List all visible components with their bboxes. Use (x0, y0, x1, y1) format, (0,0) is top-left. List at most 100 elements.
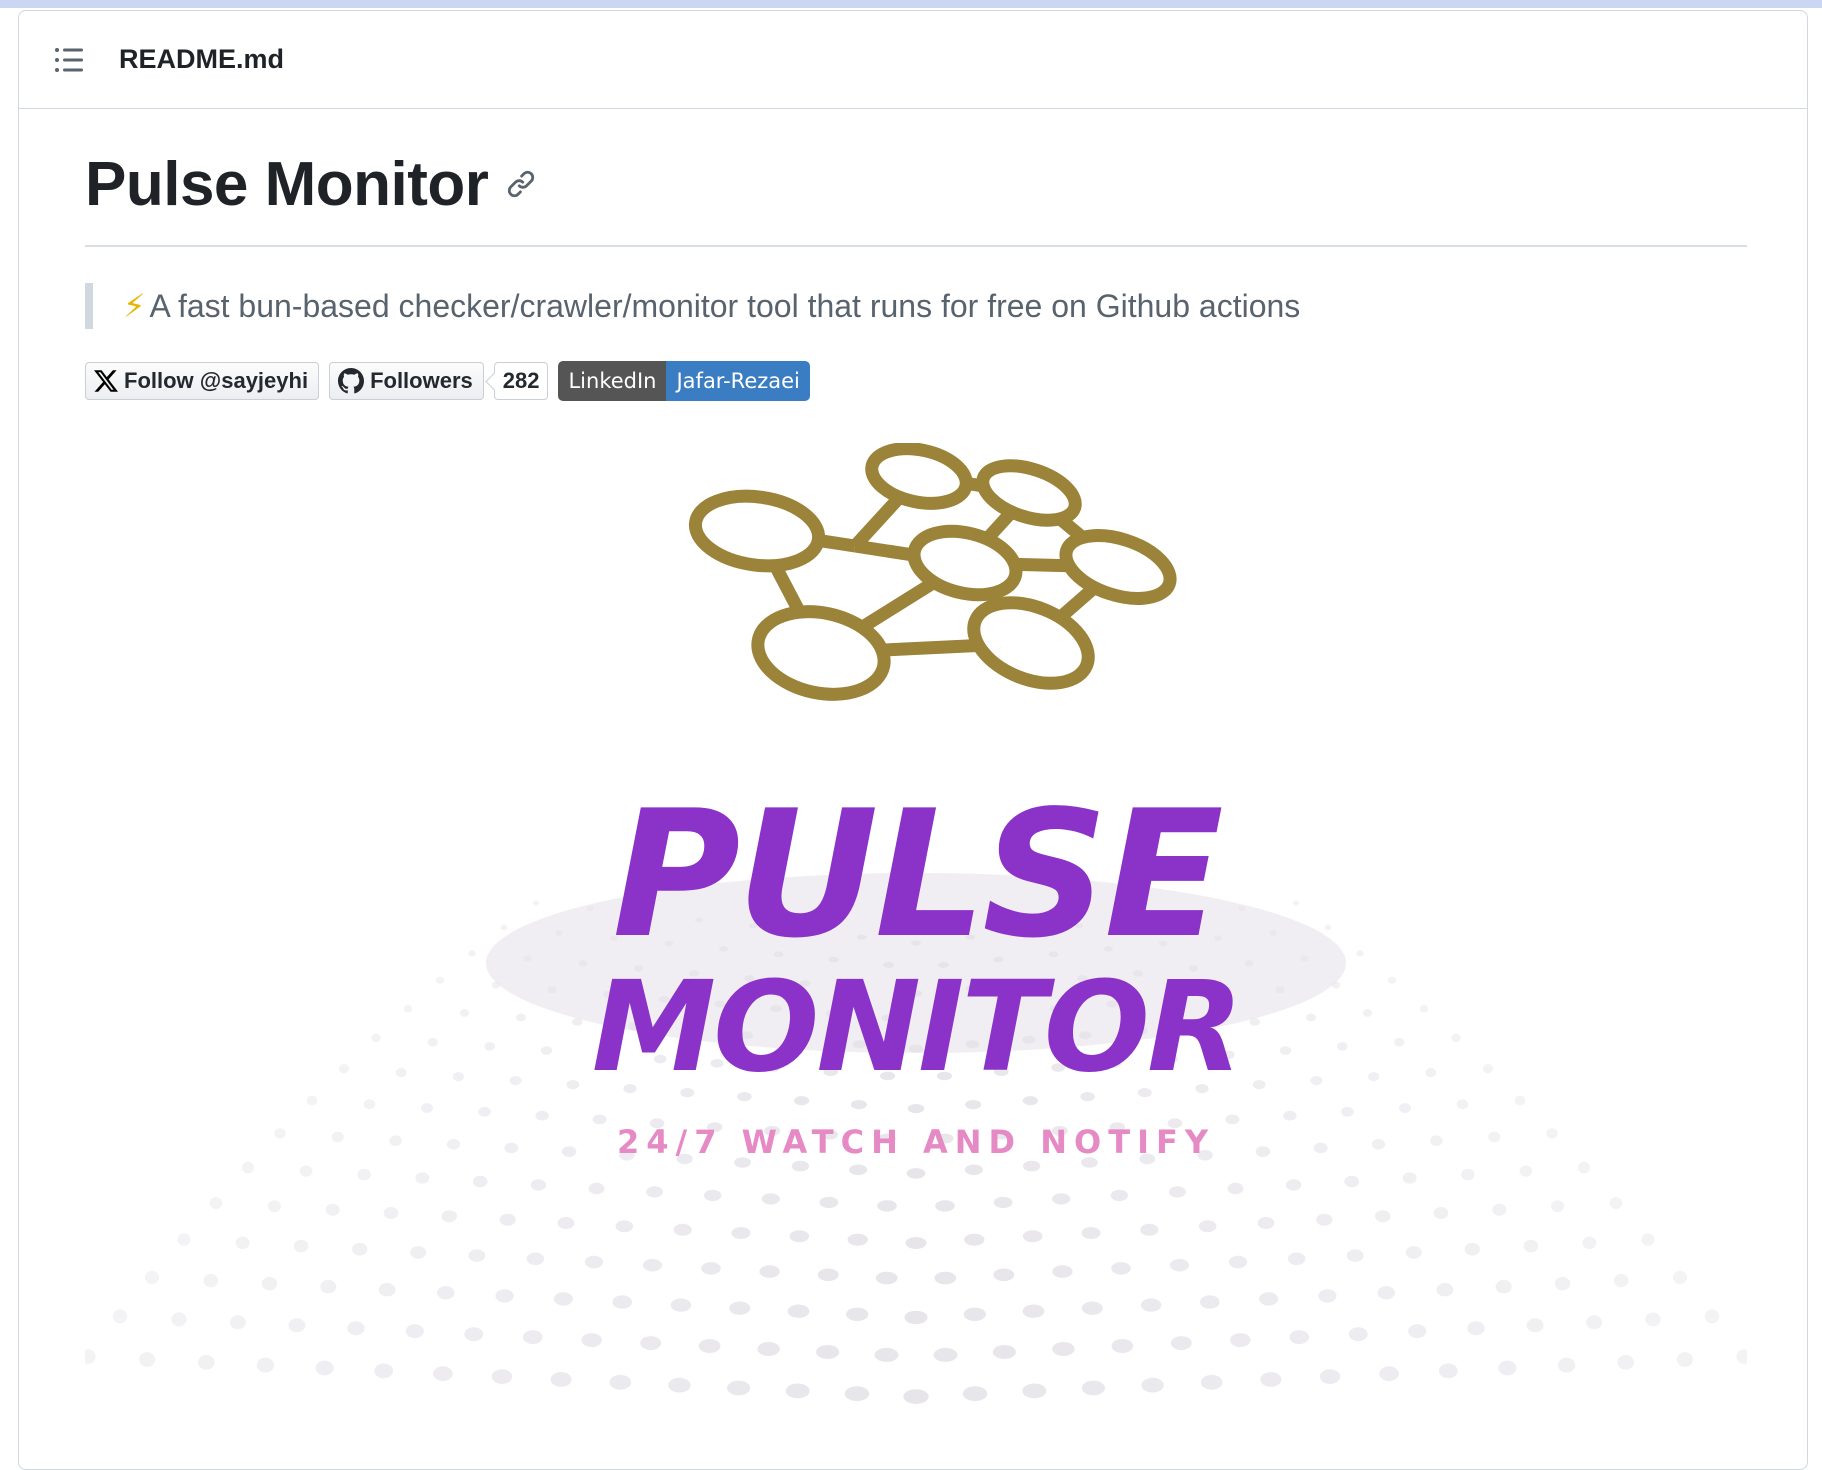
background-dot (787, 1304, 810, 1318)
background-dot (615, 1220, 634, 1233)
background-dot (992, 1345, 1017, 1359)
background-dot (1673, 1270, 1687, 1285)
background-dot (1110, 1189, 1129, 1202)
background-dot (964, 1164, 983, 1176)
background-dot (904, 1310, 928, 1325)
github-followers-badge[interactable]: Followers (329, 362, 484, 400)
background-dot (1617, 1354, 1634, 1370)
background-dot (1523, 1239, 1539, 1253)
background-dot (293, 1239, 309, 1253)
background-dot (964, 1233, 985, 1246)
background-dot (907, 1104, 925, 1114)
table-of-contents-button[interactable] (49, 40, 89, 80)
background-dot (704, 1189, 722, 1202)
background-dot (145, 1270, 159, 1285)
background-dot (1399, 1103, 1411, 1113)
background-dot (581, 1333, 602, 1348)
twitter-follow-badge[interactable]: Follow @sayjeyhi (85, 362, 320, 400)
background-dot (441, 1210, 457, 1223)
lightning-emoji: ⚡ (123, 288, 146, 324)
background-dot (1229, 1255, 1248, 1269)
page-title: Pulse Monitor (85, 149, 489, 219)
background-dot (1519, 1165, 1533, 1177)
background-dot (1169, 1186, 1186, 1198)
background-dot (1433, 1207, 1449, 1219)
tagline-blockquote: ⚡ A fast bun-based checker/crawler/monit… (85, 283, 1741, 329)
background-dot (405, 1324, 424, 1339)
heading-row: Pulse Monitor (85, 149, 1741, 219)
browser-top-strip (0, 0, 1822, 8)
heading-anchor-link[interactable] (504, 167, 538, 201)
background-dot (1467, 1321, 1485, 1336)
background-dot (242, 1161, 254, 1174)
list-icon (55, 47, 83, 72)
background-dot (229, 1315, 246, 1330)
background-dot (789, 1230, 810, 1243)
background-dot (965, 1100, 982, 1110)
background-dot (963, 1307, 986, 1321)
background-dot (437, 1286, 455, 1300)
logo-tagline: 24/7 WATCH AND NOTIFY (617, 1123, 1215, 1161)
background-dot (874, 1347, 899, 1362)
readme-content: Pulse Monitor ⚡ A fast bun-based checker… (19, 149, 1807, 401)
background-dot (139, 1352, 156, 1367)
background-dot (557, 1217, 575, 1229)
background-dot (1436, 1283, 1454, 1297)
background-dot (177, 1233, 191, 1246)
background-dot (1022, 1383, 1047, 1399)
background-dot (791, 1160, 810, 1172)
background-dot (1408, 1324, 1427, 1339)
background-dot (846, 1307, 869, 1321)
background-dot (522, 1330, 543, 1345)
background-dot (1141, 1377, 1164, 1393)
background-dot (357, 1168, 371, 1181)
background-dot (1461, 1168, 1475, 1181)
background-dot (526, 1252, 545, 1266)
background-dot (1498, 1360, 1517, 1376)
github-followers-count[interactable]: 282 (493, 362, 549, 400)
background-dot (1341, 1106, 1354, 1117)
tagline-text: A fast bun-based checker/crawler/monitor… (149, 287, 1301, 324)
background-dot (816, 1345, 840, 1359)
link-icon (508, 170, 535, 198)
background-dot (530, 1179, 547, 1191)
background-dot (535, 1110, 549, 1121)
background-dot (1081, 1301, 1103, 1315)
background-dot (1377, 1286, 1395, 1300)
background-dot (1405, 1246, 1422, 1259)
background-dot (1492, 1203, 1507, 1216)
github-mark-icon (338, 368, 365, 394)
background-dot (698, 1339, 721, 1353)
background-dot (1645, 1312, 1661, 1327)
readme-file-name[interactable]: README.md (119, 44, 284, 75)
background-dot (701, 1262, 721, 1275)
background-dot (374, 1363, 394, 1379)
background-dot (383, 1207, 399, 1219)
background-dot (584, 1255, 603, 1269)
background-dot (934, 1271, 957, 1285)
background-dot (761, 1193, 780, 1205)
background-dot (850, 1100, 867, 1110)
network-nodes-graphic (688, 443, 1177, 701)
background-dot (670, 1298, 692, 1312)
twitter-follow-label: Follow @sayjeyhi (124, 368, 309, 393)
background-dot (315, 1360, 334, 1376)
background-dot (1557, 1357, 1576, 1373)
background-dot (203, 1273, 219, 1288)
background-dot (905, 1237, 927, 1249)
readme-container: README.md Pulse Monitor ⚡ A fast bun-bas… (18, 10, 1808, 1470)
background-dot (1289, 1330, 1310, 1345)
background-dot (1260, 1372, 1282, 1387)
background-dot (1464, 1242, 1481, 1256)
background-dot (1438, 1363, 1458, 1379)
background-dot (668, 1377, 691, 1393)
background-dot (1081, 1380, 1105, 1396)
background-dot (993, 1196, 1013, 1209)
background-dot (1586, 1315, 1603, 1330)
background-dot (1402, 1172, 1417, 1184)
background-dot (993, 1268, 1015, 1282)
background-dot (1375, 1210, 1391, 1223)
linkedin-badge[interactable]: LinkedIn Jafar-Rezaei (558, 361, 810, 401)
background-dot (1022, 1160, 1041, 1172)
background-dot (499, 1213, 516, 1226)
